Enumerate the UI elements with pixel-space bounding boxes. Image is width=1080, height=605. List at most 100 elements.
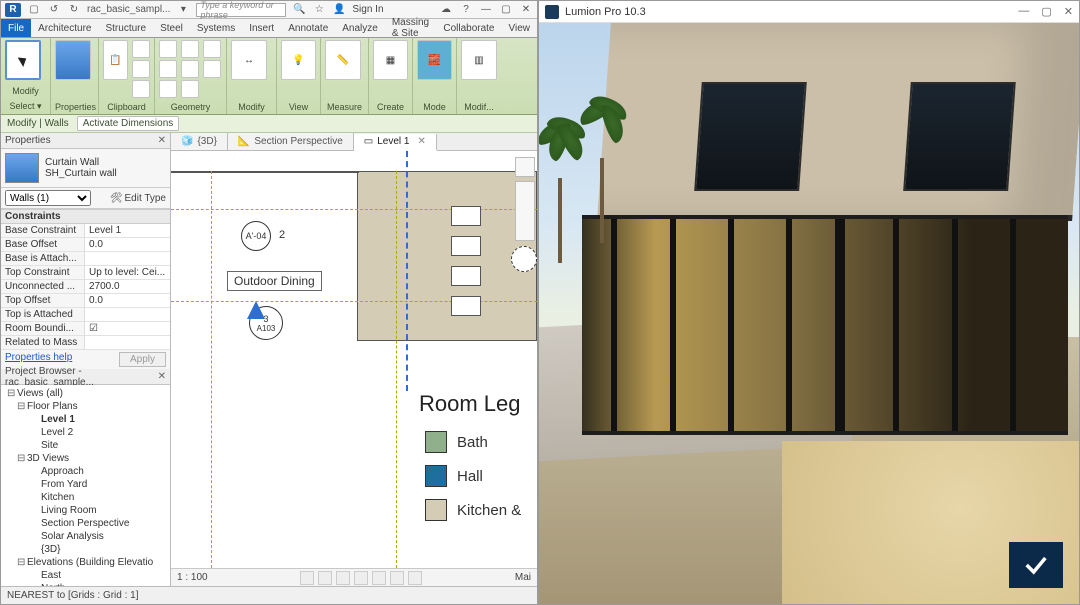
vb-icon[interactable] bbox=[318, 571, 332, 585]
match-icon[interactable] bbox=[132, 80, 150, 98]
menu-analyze[interactable]: Analyze bbox=[335, 19, 385, 37]
furniture-round[interactable] bbox=[511, 246, 537, 272]
property-value[interactable]: 0.0 bbox=[85, 238, 170, 251]
menu-steel[interactable]: Steel bbox=[153, 19, 190, 37]
search-input[interactable]: Type a keyword or phrase bbox=[196, 3, 286, 17]
expand-icon[interactable]: ⊟ bbox=[17, 557, 27, 568]
property-row[interactable]: Base is Attach... bbox=[1, 252, 170, 266]
vb-icon[interactable] bbox=[408, 571, 422, 585]
gridline[interactable] bbox=[396, 171, 397, 568]
property-value[interactable]: ☑ bbox=[85, 322, 170, 335]
expand-icon[interactable]: ⊟ bbox=[17, 401, 27, 412]
vb-icon[interactable] bbox=[300, 571, 314, 585]
geom-icon[interactable] bbox=[203, 60, 221, 78]
tree-node[interactable]: Section Perspective bbox=[1, 517, 170, 530]
tab-section[interactable]: 📐Section Perspective bbox=[228, 133, 354, 150]
menu-insert[interactable]: Insert bbox=[242, 19, 281, 37]
ribbon-group-select[interactable]: Select ▾ bbox=[5, 100, 46, 112]
tree-node[interactable]: ⊟3D Views bbox=[1, 452, 170, 465]
property-row[interactable]: Unconnected ...2700.0 bbox=[1, 280, 170, 294]
tree-node[interactable]: {3D} bbox=[1, 543, 170, 556]
menu-collaborate[interactable]: Collaborate bbox=[436, 19, 501, 37]
menu-architecture[interactable]: Architecture bbox=[31, 19, 98, 37]
search-icon[interactable]: 🔍 bbox=[292, 3, 306, 17]
project-browser-tree[interactable]: ⊟Views (all)⊟Floor PlansLevel 1Level 2Si… bbox=[1, 385, 170, 586]
geom-icon[interactable] bbox=[203, 40, 221, 58]
type-selector[interactable]: Curtain Wall SH_Curtain wall bbox=[1, 149, 170, 188]
tab-close-icon[interactable]: ✕ bbox=[417, 136, 425, 147]
property-row[interactable]: Related to Mass bbox=[1, 336, 170, 350]
browser-close-icon[interactable]: ✕ bbox=[158, 371, 166, 382]
furniture[interactable] bbox=[451, 296, 481, 316]
gridline[interactable] bbox=[211, 171, 212, 568]
vb-icon[interactable] bbox=[354, 571, 368, 585]
restore-icon[interactable]: ▢ bbox=[499, 3, 513, 17]
tree-node[interactable]: Level 1 bbox=[1, 413, 170, 426]
menu-annotate[interactable]: Annotate bbox=[281, 19, 335, 37]
measure-button[interactable]: 📏 bbox=[325, 40, 361, 80]
properties-close-icon[interactable]: ✕ bbox=[158, 135, 166, 146]
help-icon[interactable]: ? bbox=[459, 3, 473, 17]
property-row[interactable]: Top is Attached bbox=[1, 308, 170, 322]
drawing-canvas[interactable]: K A'-04 2 Outdoor Dining 3 A103 bbox=[171, 151, 537, 568]
geom-icon[interactable] bbox=[159, 80, 177, 98]
menu-structure[interactable]: Structure bbox=[98, 19, 153, 37]
section-tag[interactable]: A'-04 bbox=[241, 221, 271, 251]
properties-button[interactable] bbox=[55, 40, 91, 80]
app-icon[interactable]: ☁ bbox=[439, 3, 453, 17]
cut-icon[interactable] bbox=[132, 40, 150, 58]
furniture[interactable] bbox=[451, 266, 481, 286]
property-row[interactable]: Room Boundi...☑ bbox=[1, 322, 170, 336]
expand-icon[interactable]: ⊟ bbox=[7, 388, 17, 399]
geom-icon[interactable] bbox=[181, 60, 199, 78]
furniture[interactable] bbox=[451, 206, 481, 226]
tab-3d[interactable]: 🧊{3D} bbox=[171, 133, 228, 150]
property-value[interactable] bbox=[85, 308, 170, 321]
sign-in-link[interactable]: Sign In bbox=[352, 4, 383, 15]
menu-massing[interactable]: Massing & Site bbox=[385, 19, 437, 37]
section-line[interactable] bbox=[406, 151, 408, 391]
redo-icon[interactable]: ↻ bbox=[67, 3, 81, 17]
undo-icon[interactable]: ↺ bbox=[47, 3, 61, 17]
create-button[interactable]: ▦ bbox=[373, 40, 408, 80]
close-icon[interactable]: ✕ bbox=[1064, 5, 1073, 18]
property-value[interactable]: Level 1 bbox=[85, 224, 170, 237]
tree-node[interactable]: ⊟Floor Plans bbox=[1, 400, 170, 413]
property-value[interactable] bbox=[85, 252, 170, 265]
property-row[interactable]: Top Offset0.0 bbox=[1, 294, 170, 308]
mode-button[interactable]: 🧱 bbox=[417, 40, 452, 80]
menu-file[interactable]: File bbox=[1, 19, 31, 37]
tree-node[interactable]: East bbox=[1, 569, 170, 582]
copy-icon[interactable] bbox=[132, 60, 150, 78]
geom-icon[interactable] bbox=[159, 40, 177, 58]
activate-dimensions-button[interactable]: Activate Dimensions bbox=[77, 116, 180, 131]
edit-type-button[interactable]: 🛠Edit Type bbox=[110, 193, 166, 204]
geom-icon[interactable] bbox=[181, 80, 199, 98]
close-icon[interactable]: ✕ bbox=[519, 3, 533, 17]
tree-node[interactable]: ⊟Elevations (Building Elevatio bbox=[1, 556, 170, 569]
home-icon[interactable] bbox=[515, 157, 535, 177]
expand-icon[interactable]: ⊟ bbox=[17, 453, 27, 464]
property-value[interactable] bbox=[85, 336, 170, 349]
dropdown-icon[interactable]: ▾ bbox=[176, 3, 190, 17]
furniture[interactable] bbox=[451, 236, 481, 256]
menu-systems[interactable]: Systems bbox=[190, 19, 242, 37]
property-row[interactable]: Top ConstraintUp to level: Cei... bbox=[1, 266, 170, 280]
gridline[interactable] bbox=[171, 301, 537, 302]
confirm-button[interactable] bbox=[1009, 542, 1063, 588]
tree-node[interactable]: From Yard bbox=[1, 478, 170, 491]
tree-node[interactable]: Solar Analysis bbox=[1, 530, 170, 543]
menu-view[interactable]: View bbox=[502, 19, 538, 37]
paste-button[interactable]: 📋 bbox=[103, 40, 128, 80]
property-value[interactable]: 0.0 bbox=[85, 294, 170, 307]
tree-node[interactable]: ⊟Views (all) bbox=[1, 387, 170, 400]
tree-node[interactable]: Site bbox=[1, 439, 170, 452]
minimize-icon[interactable]: — bbox=[479, 3, 493, 17]
vb-icon[interactable] bbox=[390, 571, 404, 585]
view-panel-button[interactable]: 💡 bbox=[281, 40, 316, 80]
selection-dropdown[interactable]: Walls (1) bbox=[5, 190, 91, 206]
modify-tool-button[interactable] bbox=[5, 40, 41, 80]
gridline[interactable] bbox=[171, 209, 537, 210]
modif-button[interactable]: ▥ bbox=[461, 40, 497, 80]
tree-node[interactable]: Approach bbox=[1, 465, 170, 478]
